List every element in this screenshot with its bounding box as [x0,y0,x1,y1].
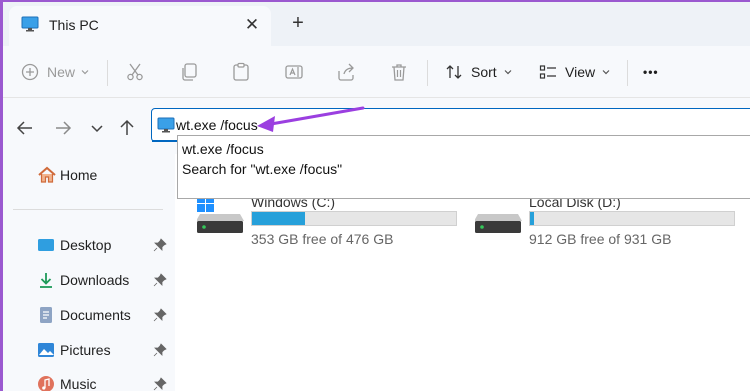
pin-icon[interactable] [153,238,167,252]
plus-circle-icon [21,63,39,81]
drive-usage-bar [251,211,457,226]
delete-button[interactable] [389,58,409,86]
drive-free-space: 353 GB free of 476 GB [251,231,394,247]
drive-usage-fill [530,212,535,225]
new-label: New [47,64,76,80]
sidebar-item-label: Downloads [60,272,130,288]
sidebar-item-pictures[interactable]: Pictures [3,335,173,365]
copy-icon [182,63,197,81]
tab-bar: This PC ✕ + [3,2,750,46]
sidebar-item-label: Desktop [60,237,112,253]
tab-title: This PC [49,17,99,33]
address-autocomplete-dropdown: wt.exe /focus Search for "wt.exe /focus" [177,135,750,199]
drive-usage-bar [529,211,735,226]
pictures-icon [38,343,54,357]
new-button[interactable]: New [21,58,90,86]
file-explorer-window: This PC ✕ + New Sort View ••• wt.exe /fo… [0,0,750,391]
pin-icon[interactable] [153,343,167,357]
chevron-down-icon [81,70,89,75]
more-options-button[interactable]: ••• [643,58,659,86]
pin-icon[interactable] [153,377,167,391]
sort-icon [446,65,462,79]
paste-button[interactable] [231,58,251,86]
toolbar-divider [427,60,428,86]
scissors-icon [127,63,143,81]
sidebar-divider [13,209,163,210]
pin-icon[interactable] [153,308,167,322]
sidebar-item-documents[interactable]: Documents [3,300,173,330]
up-arrow-icon[interactable] [115,116,139,140]
sidebar-item-label: Documents [60,307,131,323]
command-bar: New Sort View ••• [3,46,750,98]
toolbar-divider [107,60,108,86]
close-tab-icon[interactable]: ✕ [241,14,263,36]
sidebar-item-label: Home [60,167,98,183]
monitor-icon [157,117,175,133]
hard-drive-icon [475,214,522,233]
documents-icon [40,307,52,323]
annotation-arrow [257,106,365,132]
downloads-icon [40,273,52,288]
forward-arrow-icon[interactable] [51,116,75,140]
rename-icon [285,65,303,79]
back-arrow-icon[interactable] [13,116,37,140]
sort-label: Sort [471,64,497,80]
view-button[interactable]: View [539,58,611,86]
sort-button[interactable]: Sort [445,58,513,86]
sidebar-item-label: Music [60,376,97,391]
share-button[interactable] [336,58,356,86]
new-tab-icon[interactable]: + [287,12,309,34]
view-label: View [565,64,596,80]
rename-button[interactable] [284,58,304,86]
chevron-down-icon [504,70,512,75]
cut-button[interactable] [125,58,145,86]
view-list-icon [539,65,556,79]
clipboard-icon [233,62,249,81]
share-icon [338,63,354,81]
trash-icon [392,64,406,81]
music-icon [38,376,54,391]
navigation-pane: Home Desktop Downloads Documents Picture… [3,154,175,391]
pin-icon[interactable] [153,273,167,287]
sidebar-item-home[interactable]: Home [3,160,173,190]
tab-this-pc[interactable]: This PC ✕ [9,6,271,46]
monitor-icon [21,16,39,32]
recent-locations-chevron-icon[interactable] [85,116,109,140]
drive-usage-fill [252,212,305,225]
home-icon [38,166,56,183]
sidebar-item-desktop[interactable]: Desktop [3,230,173,260]
address-input-text[interactable]: wt.exe /focus [176,117,258,133]
chevron-down-icon [602,70,610,75]
toolbar-divider [627,60,628,86]
more-icon: ••• [643,65,659,79]
drive-free-space: 912 GB free of 931 GB [529,231,672,247]
sidebar-item-downloads[interactable]: Downloads [3,265,173,295]
windows-drive-icon [197,195,244,233]
sidebar-item-label: Pictures [60,342,111,358]
autocomplete-suggestion[interactable]: wt.exe /focus [182,141,264,157]
sidebar-item-music[interactable]: Music [3,369,173,391]
autocomplete-search-suggestion[interactable]: Search for "wt.exe /focus" [182,161,342,177]
desktop-icon [38,239,54,251]
copy-button[interactable] [179,58,199,86]
